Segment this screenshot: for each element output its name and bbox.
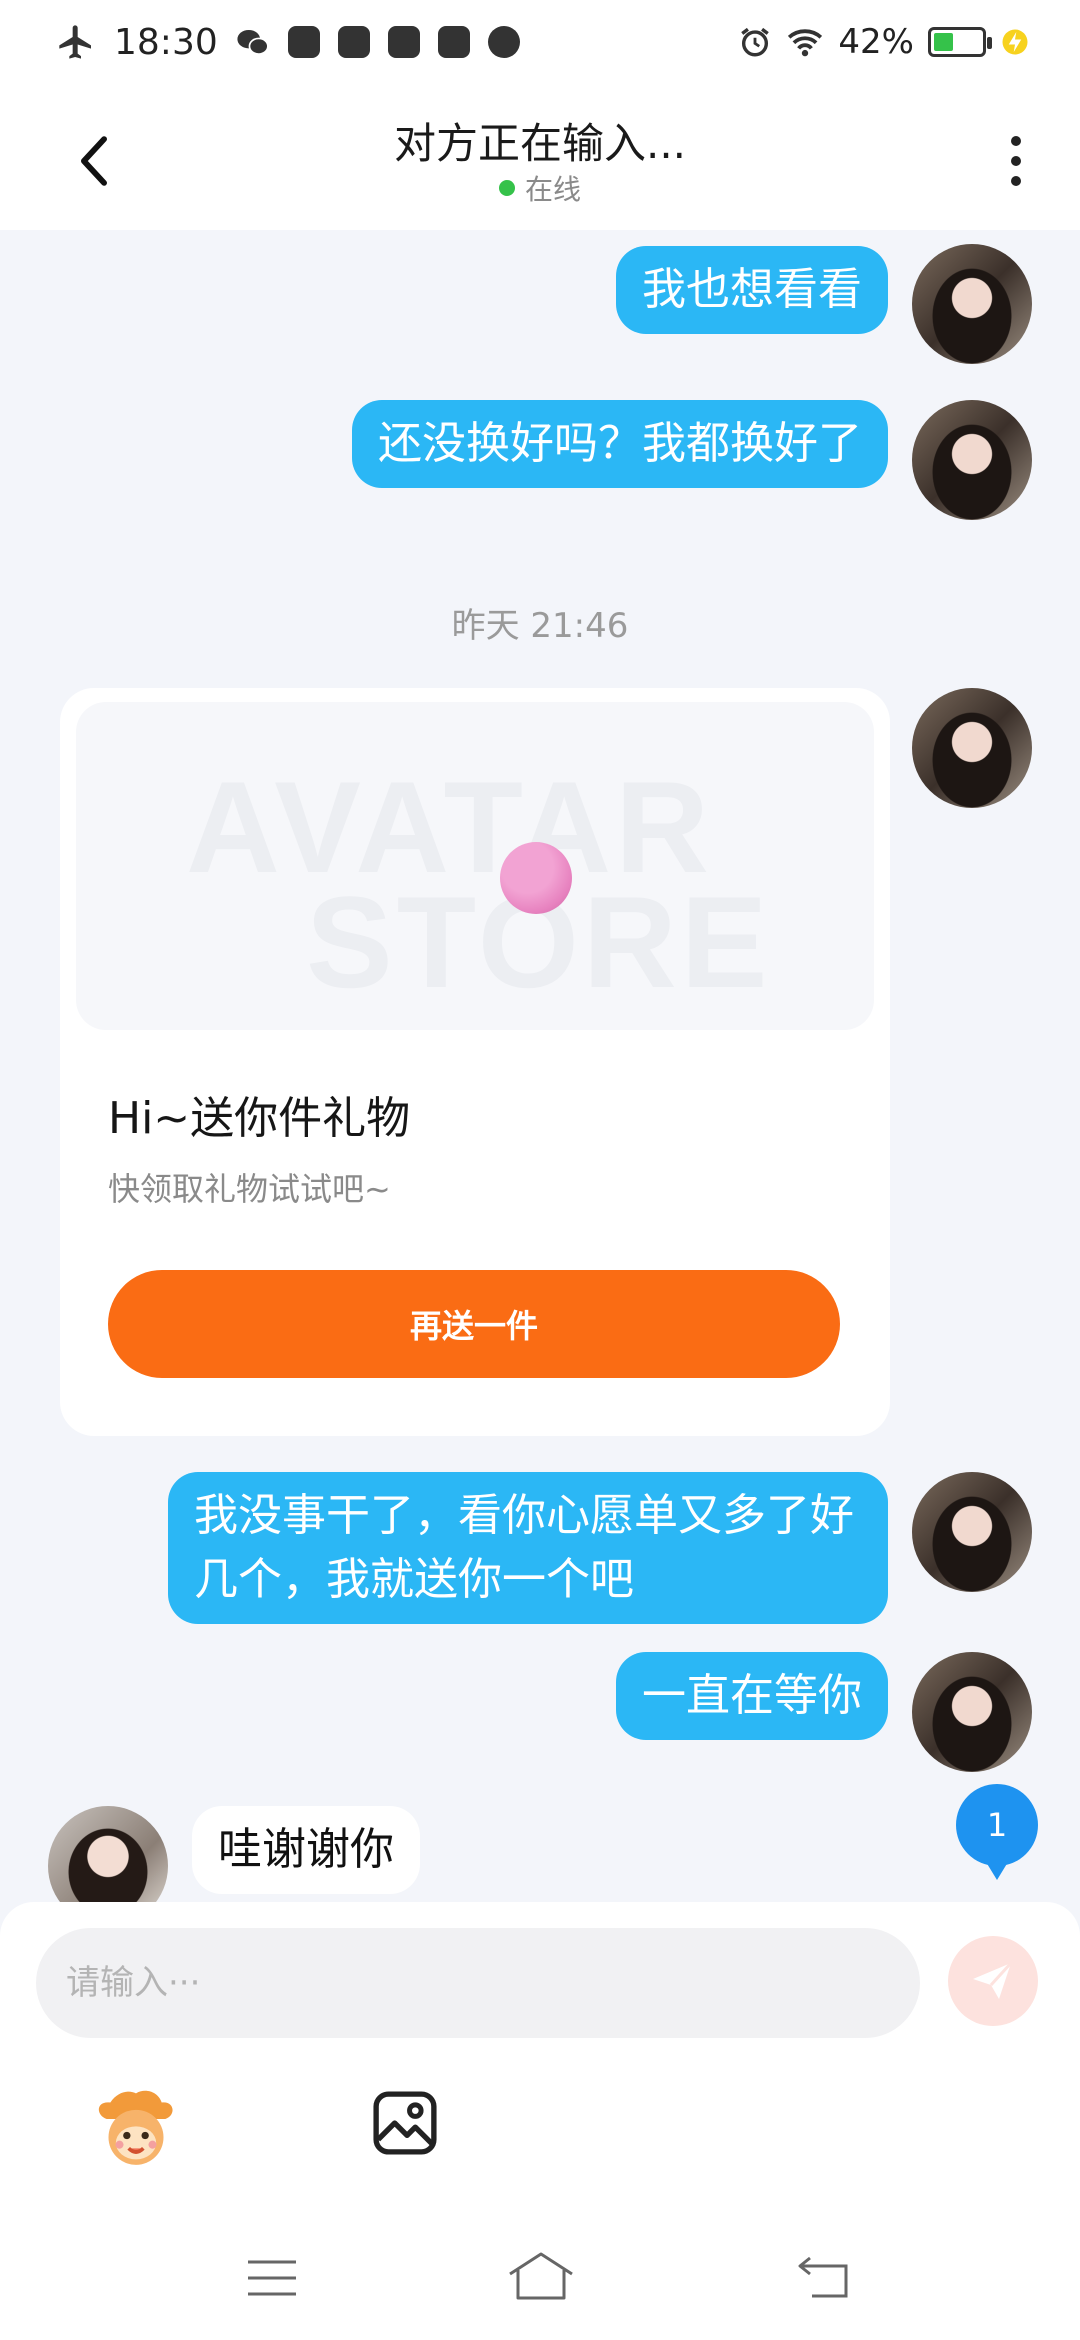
dot [1011, 176, 1021, 186]
play-icon [487, 26, 520, 58]
avatar-self[interactable] [912, 1472, 1032, 1592]
charging-icon [1002, 29, 1028, 55]
airplane-mode-icon [59, 25, 91, 59]
more-options-button[interactable] [996, 126, 1036, 196]
video-icon [437, 26, 470, 58]
send-icon [973, 1961, 1013, 1999]
avatar-self[interactable] [912, 1652, 1032, 1772]
message-bubble-self[interactable]: 一直在等你 [616, 1652, 888, 1740]
home-nav-icon[interactable] [506, 2250, 576, 2302]
online-dot-icon [498, 180, 515, 196]
video-icon [387, 26, 420, 58]
message-icon [337, 26, 370, 58]
unread-count-badge[interactable]: 1 [956, 1784, 1038, 1880]
wifi-icon [788, 29, 823, 57]
message-bubble-self[interactable]: 我没事干了，看你心愿单又多了好几个，我就送你一个吧 [168, 1472, 888, 1624]
message-timestamp: 昨天 21:46 [451, 606, 629, 646]
dot [1011, 136, 1021, 146]
wechat-icon [237, 29, 269, 55]
avatar-self[interactable] [912, 244, 1032, 364]
battery-icon [928, 27, 992, 57]
gift-item-icon [500, 842, 572, 914]
status-bar: 18:30 42% [0, 0, 1080, 84]
send-button[interactable] [948, 1936, 1038, 2026]
avatar-self[interactable] [912, 400, 1032, 520]
message-bubble-self[interactable]: 还没换好吗？我都换好了 [352, 400, 888, 488]
chat-header: 对方正在输入... 在线 [0, 84, 1080, 230]
gift-card[interactable]: AVATAR STORE Hi~送你件礼物 快领取礼物试试吧~ 再送一件 [60, 688, 890, 1436]
gift-image: AVATAR STORE [76, 702, 874, 1030]
online-status: 在线 [0, 168, 1080, 208]
message-bubble-other[interactable]: 哇谢谢你 [192, 1806, 420, 1894]
image-picker-icon[interactable] [372, 2090, 438, 2156]
gift-subtitle: 快领取礼物试试吧~ [108, 1170, 391, 1208]
message-bubble-self[interactable]: 我也想看看 [616, 246, 888, 334]
chat-title: 对方正在输入... [393, 119, 687, 168]
online-status-label: 在线 [524, 173, 581, 206]
back-nav-icon[interactable] [796, 2254, 850, 2298]
dot [1011, 156, 1021, 166]
send-another-gift-button[interactable]: 再送一件 [108, 1270, 840, 1378]
gift-title: Hi~送你件礼物 [108, 1093, 411, 1144]
app-icon [287, 26, 320, 58]
clock: 18:30 [114, 21, 218, 63]
avatar-self[interactable] [912, 688, 1032, 808]
menu-nav-icon[interactable] [246, 2258, 298, 2298]
alarm-icon [741, 27, 770, 57]
message-input[interactable] [36, 1928, 920, 2038]
emoji-sticker-icon[interactable] [92, 2086, 180, 2174]
battery-level [934, 33, 954, 51]
battery-percent: 42% [838, 22, 914, 62]
